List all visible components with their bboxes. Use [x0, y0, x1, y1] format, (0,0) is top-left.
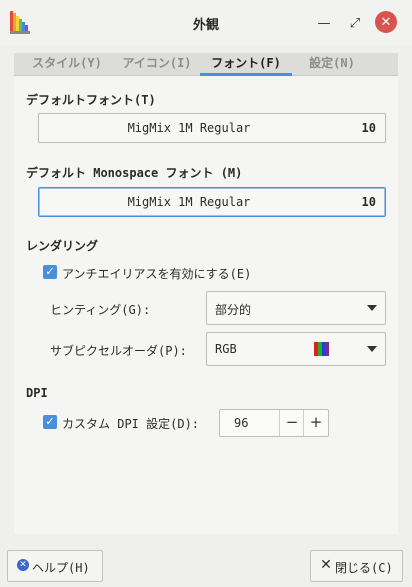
tab-fonts[interactable]: フォント(F) — [200, 53, 292, 76]
default-font-size: 10 — [361, 121, 376, 135]
subpixel-label: サブピクセルオーダ(P): — [50, 344, 187, 358]
hinting-label: ヒンティング(G): — [50, 303, 151, 317]
mono-font-button[interactable]: MigMix 1M Regular 10 — [38, 187, 386, 217]
custom-dpi-label: カスタム DPI 設定(D): — [62, 417, 200, 431]
rendering-heading: レンダリング — [26, 239, 99, 253]
help-icon: ✕ — [17, 559, 29, 571]
tab-settings[interactable]: 設定(N) — [298, 53, 366, 75]
tab-bar: スタイル(Y) アイコン(I) フォント(F) 設定(N) — [14, 53, 398, 76]
mono-font-name: MigMix 1M Regular — [127, 195, 251, 209]
dpi-heading: DPI — [26, 386, 48, 400]
default-font-button[interactable]: MigMix 1M Regular 10 — [38, 113, 386, 143]
help-button[interactable]: ✕ ヘルプ(H) — [7, 550, 103, 582]
mono-font-heading: デフォルト Monospace フォント (M) — [26, 166, 243, 180]
close-label: 閉じる(C) — [335, 561, 393, 575]
close-icon[interactable]: ✕ — [375, 11, 397, 33]
increment-button[interactable]: + — [303, 410, 328, 436]
rgb-subpixel-icon — [314, 342, 329, 356]
antialias-label: アンチエイリアスを有効にする(E) — [62, 267, 252, 281]
minimize-icon[interactable]: — — [313, 12, 335, 34]
chevron-down-icon — [367, 305, 377, 311]
dpi-value[interactable]: 96 — [234, 416, 248, 430]
decrement-button[interactable]: − — [279, 410, 304, 436]
default-font-name: MigMix 1M Regular — [127, 121, 251, 135]
default-font-heading: デフォルトフォント(T) — [26, 93, 156, 107]
antialias-checkbox[interactable]: ✓ — [43, 265, 57, 279]
tab-style[interactable]: スタイル(Y) — [22, 53, 112, 75]
chevron-down-icon — [367, 346, 377, 352]
hinting-select[interactable]: 部分的 — [206, 291, 386, 325]
close-button[interactable]: ✕ 閉じる(C) — [310, 550, 403, 582]
custom-dpi-checkbox[interactable]: ✓ — [43, 415, 57, 429]
hinting-value: 部分的 — [215, 303, 252, 317]
mono-font-size: 10 — [361, 195, 376, 209]
help-label: ヘルプ(H) — [32, 561, 90, 575]
close-icon: ✕ — [320, 557, 332, 573]
subpixel-select[interactable]: RGB — [206, 332, 386, 366]
dpi-spinbox[interactable]: 96 − + — [219, 409, 329, 437]
maximize-icon[interactable]: ⤢ — [344, 12, 366, 34]
tab-icons[interactable]: アイコン(I) — [116, 53, 198, 75]
title-bar: 外観 — ⤢ ✕ — [0, 0, 412, 46]
subpixel-value: RGB — [215, 342, 237, 356]
